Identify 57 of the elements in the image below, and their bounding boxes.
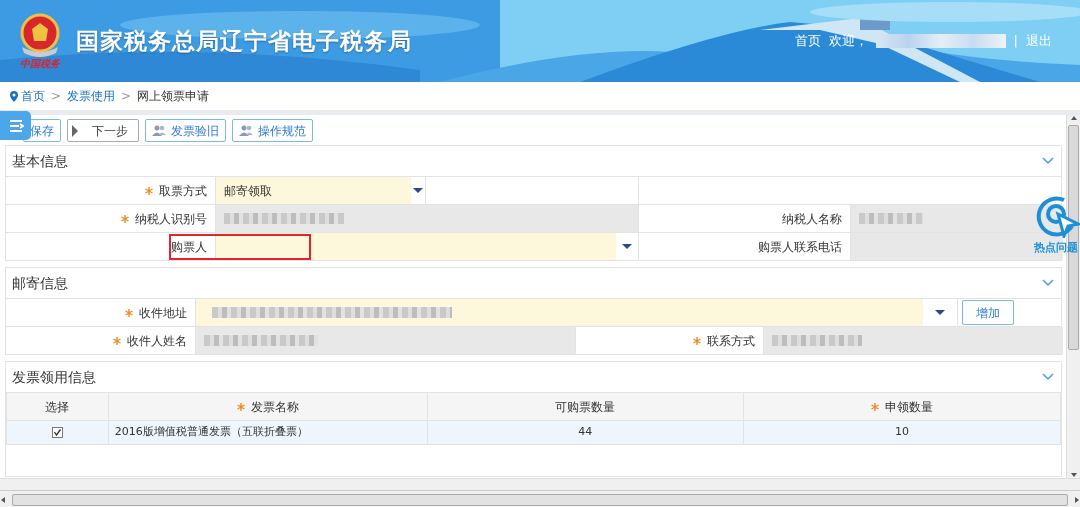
section-title: 基本信息 — [12, 151, 68, 171]
column-header: 申领数量 — [884, 399, 933, 414]
chevron-icon[interactable] — [1041, 277, 1055, 289]
select-field[interactable] — [196, 299, 923, 326]
breadcrumb-separator: > — [51, 88, 62, 105]
toolbar-button[interactable]: 发票验旧 — [145, 119, 226, 142]
menu-button[interactable] — [0, 111, 31, 140]
home-link[interactable]: 首页 — [794, 31, 821, 51]
site-title: 国家税务总局辽宁省电子税务局 — [76, 26, 412, 56]
table-row[interactable]: 2016版增值税普通发票（五联折叠票） 44 10 — [6, 420, 1061, 445]
field-label: 收件人姓名 — [127, 332, 187, 350]
dropdown-arrow-icon[interactable] — [622, 244, 632, 249]
table-cell: 2016版增值税普通发票（五联折叠票） — [108, 420, 428, 445]
emblem-logo — [18, 13, 62, 59]
field-label: 纳税人名称 — [782, 210, 842, 228]
section-title: 发票领用信息 — [12, 367, 96, 387]
add-button[interactable]: 增加 — [962, 300, 1014, 325]
menu-icon — [7, 117, 24, 134]
users-icon — [239, 125, 253, 136]
checkbox[interactable] — [51, 426, 63, 438]
table-cell: 44 — [427, 420, 744, 445]
next-button[interactable]: 下一步 — [67, 119, 139, 142]
section-title: 邮寄信息 — [12, 273, 68, 293]
location-pin-icon — [10, 90, 18, 102]
scroll-left-icon[interactable] — [0, 495, 8, 504]
breadcrumb-link[interactable]: 发票使用 — [67, 87, 116, 105]
breadcrumb-current: 网上领票申请 — [137, 88, 210, 105]
play-icon — [72, 124, 78, 137]
table-cell: 10 — [743, 420, 1061, 445]
breadcrumb-separator: > — [121, 88, 132, 105]
field-label: 购票人联系电话 — [758, 238, 842, 256]
breadcrumb-link[interactable]: 首页 — [21, 87, 45, 105]
scroll-up-icon[interactable] — [1069, 115, 1078, 121]
logo-caption: 中国税务 — [20, 59, 60, 69]
blurred-value — [859, 213, 923, 224]
toolbar-button[interactable]: 操作规范 — [232, 119, 313, 142]
dropdown-arrow-icon[interactable] — [935, 310, 945, 315]
field-label: 联系方式 — [707, 332, 755, 350]
vertical-scrollbar[interactable] — [1066, 115, 1080, 478]
field-label: 取票方式 — [159, 182, 207, 200]
chevron-icon[interactable] — [1041, 155, 1055, 167]
horizontal-scrollbar[interactable] — [0, 490, 1080, 507]
users-icon — [152, 125, 166, 136]
select-field[interactable] — [216, 233, 616, 260]
help-widget[interactable]: 热点问题 — [1034, 192, 1080, 257]
dropdown-arrow-icon[interactable] — [413, 188, 423, 193]
column-header: 选择 — [6, 392, 109, 421]
field-label: 购票人 — [171, 238, 207, 256]
welcome-text: 欢迎， — [828, 32, 868, 51]
field-label: 收件地址 — [139, 304, 187, 322]
chevron-icon[interactable] — [1041, 371, 1055, 383]
column-header: 可购票数量 — [427, 392, 744, 421]
select-field[interactable]: 邮寄领取 — [216, 177, 411, 204]
scroll-right-icon[interactable] — [1072, 495, 1080, 504]
nav-divider: | — [1013, 32, 1018, 51]
field-label: 纳税人识别号 — [135, 210, 207, 228]
column-header: 发票名称 — [250, 399, 299, 414]
